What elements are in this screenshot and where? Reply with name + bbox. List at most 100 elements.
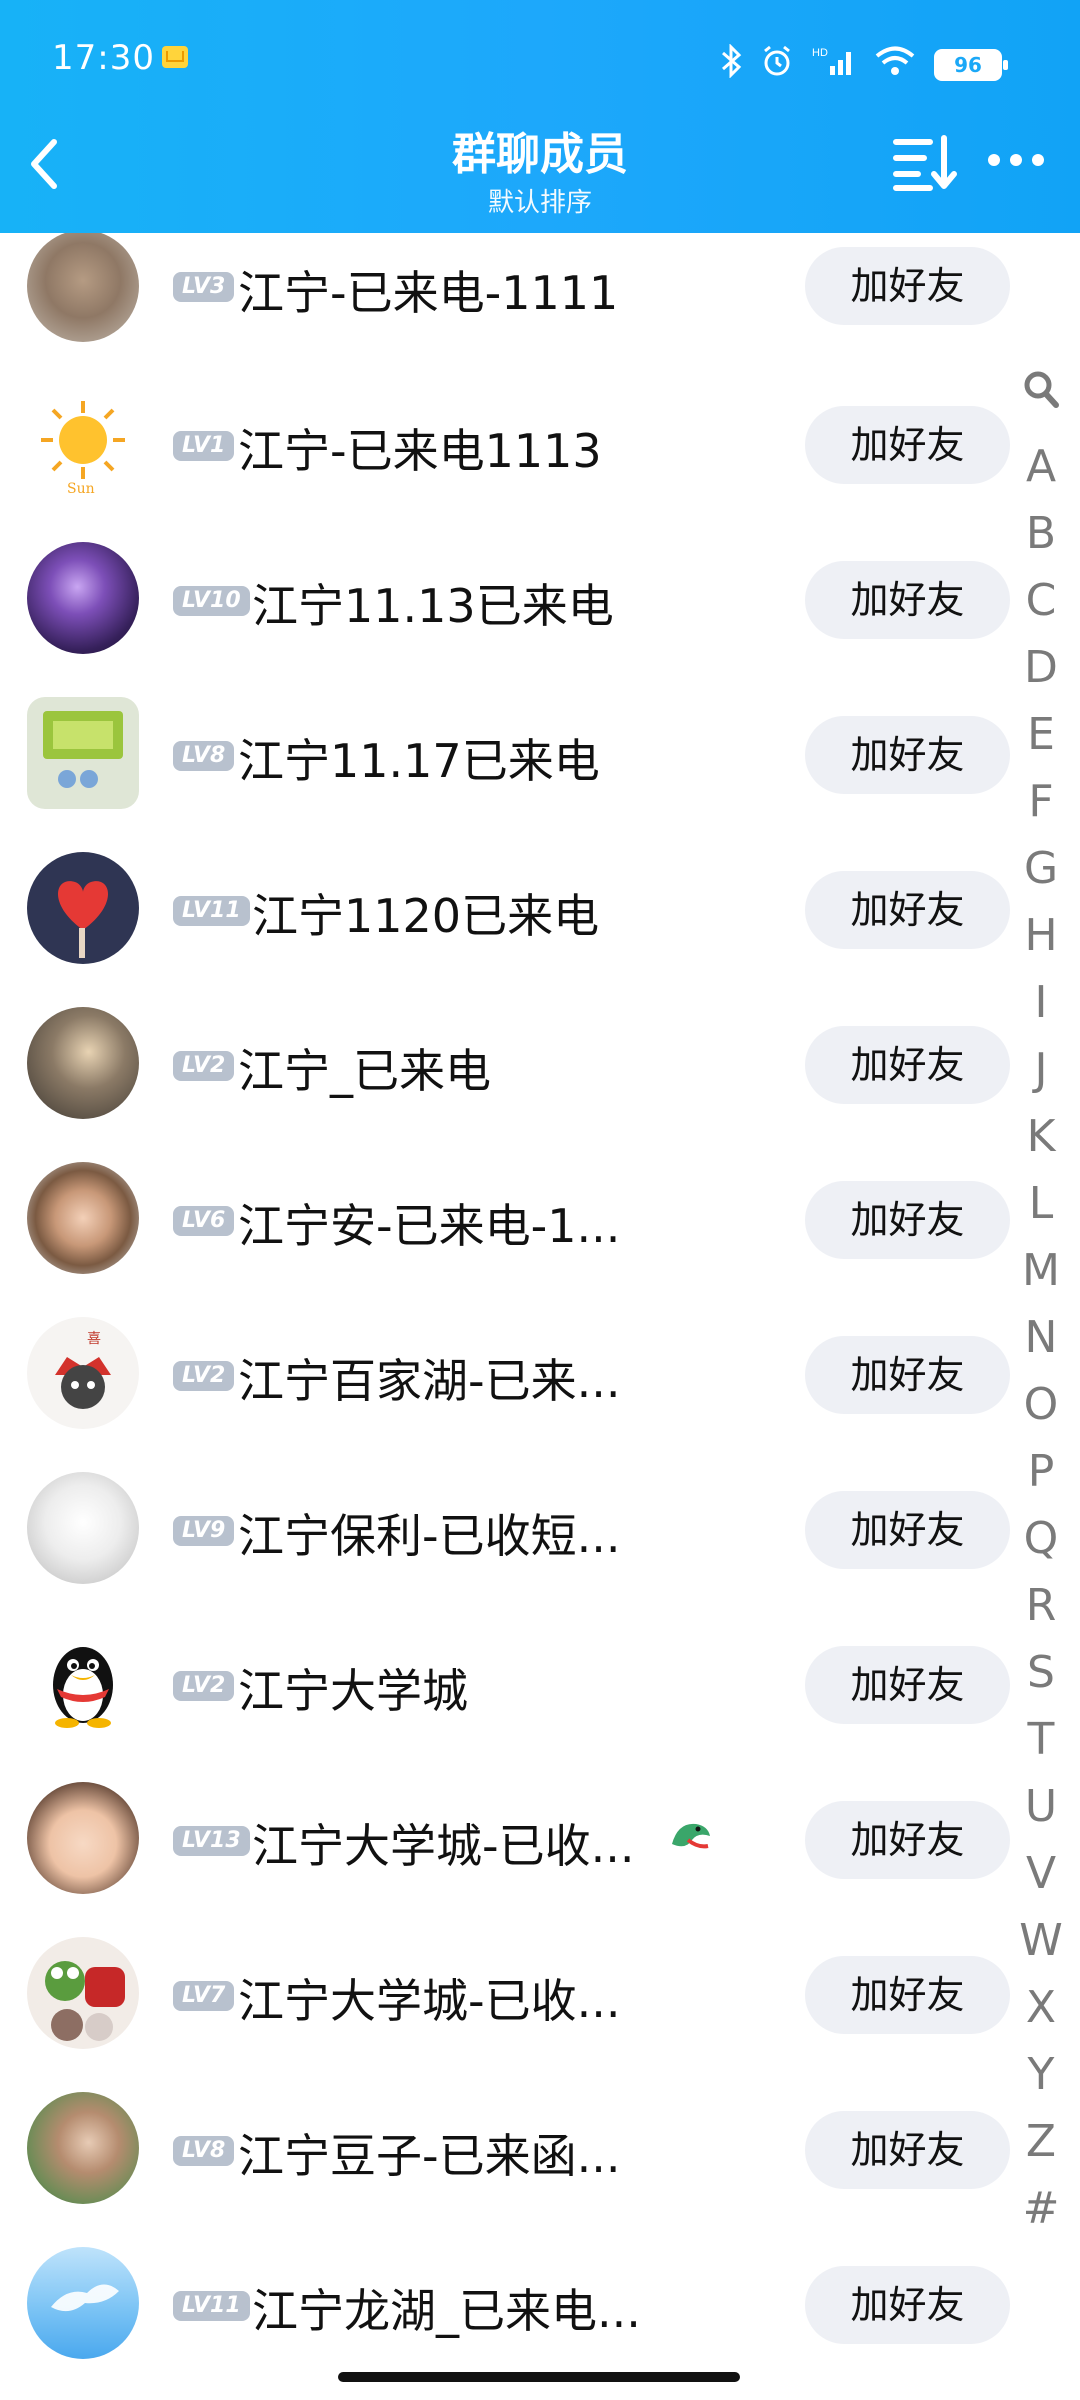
avatar[interactable] [27,1937,139,2049]
header-bar: 17:30 HD 96 群聊成员 默认排序 [0,0,1080,233]
wifi-icon [874,44,916,86]
add-friend-button[interactable]: 加好友 [805,1956,1010,2034]
avatar[interactable] [27,1007,139,1119]
index-letter[interactable]: C [1026,567,1057,634]
index-letter[interactable]: Z [1026,2108,1056,2175]
status-time: 17:30 [52,38,155,78]
svg-text:喜: 喜 [87,1331,101,1347]
index-letter[interactable]: X [1026,1974,1056,2041]
add-friend-button[interactable]: 加好友 [805,1801,1010,1879]
avatar[interactable] [27,1627,139,1739]
index-letter[interactable]: I [1035,969,1048,1036]
member-name: 江宁-已来电1113 [238,424,602,478]
member-list[interactable]: LV3 江宁-已来电-1111 加好友 Sun LV1 江宁-已来电1113 加… [0,233,1080,2400]
add-friend-button[interactable]: 加好友 [805,2111,1010,2189]
add-friend-button[interactable]: 加好友 [805,561,1010,639]
avatar[interactable]: Sun [27,387,139,499]
status-icons: HD 96 [720,43,1008,86]
index-letter[interactable]: A [1026,433,1056,500]
index-letter[interactable]: Y [1028,2041,1055,2108]
add-friend-button[interactable]: 加好友 [805,1181,1010,1259]
add-friend-button[interactable]: 加好友 [805,1026,1010,1104]
avatar[interactable] [27,1782,139,1894]
avatar[interactable] [27,542,139,654]
avatar[interactable] [27,2247,139,2359]
member-row[interactable]: LV3 江宁-已来电-1111 加好友 [0,233,1080,385]
member-row[interactable]: 喜 LV2 江宁百家湖-已来... 加好友 [0,1315,1080,1470]
index-letter[interactable]: Q [1024,1505,1059,1572]
member-row[interactable]: LV13 江宁大学城-已收... 加好友 [0,1780,1080,1935]
add-friend-button[interactable]: 加好友 [805,1491,1010,1569]
member-row[interactable]: LV9 江宁保利-已收短... 加好友 [0,1470,1080,1625]
member-name: 江宁11.17已来电 [238,734,600,788]
level-badge: LV6 [173,1206,235,1236]
index-letter[interactable]: # [1023,2175,1060,2242]
index-letter[interactable]: R [1026,1572,1057,1639]
avatar[interactable] [27,233,139,342]
index-search-icon[interactable] [1021,363,1061,433]
index-letter[interactable]: F [1028,768,1053,835]
level-badge: LV10 [173,586,250,616]
battery-indicator: 96 [934,49,1008,81]
avatar[interactable] [27,2092,139,2204]
avatar[interactable] [27,697,139,809]
index-letter[interactable]: K [1027,1103,1056,1170]
level-badge: LV7 [173,1981,235,2011]
index-letter[interactable]: E [1027,701,1055,768]
level-badge: LV8 [173,2136,235,2166]
alphabet-index-bar[interactable]: A B C D E F G H I J K L M N O P Q R S T … [1019,363,1063,2242]
index-letter[interactable]: W [1019,1907,1063,1974]
add-friend-button[interactable]: 加好友 [805,716,1010,794]
index-letter[interactable]: N [1025,1304,1058,1371]
index-letter[interactable]: B [1026,500,1056,567]
add-friend-button[interactable]: 加好友 [805,2266,1010,2344]
level-badge: LV9 [173,1516,235,1546]
avatar[interactable] [27,1162,139,1274]
index-letter[interactable]: J [1035,1036,1048,1103]
index-letter[interactable]: S [1027,1639,1055,1706]
member-name: 江宁大学城 [238,1664,468,1718]
index-letter[interactable]: L [1029,1170,1054,1237]
member-name: 江宁_已来电 [238,1044,491,1098]
index-letter[interactable]: D [1024,634,1058,701]
level-badge: LV3 [173,272,235,302]
index-letter[interactable]: P [1028,1438,1055,1505]
level-badge: LV8 [173,741,235,771]
avatar[interactable]: 喜 [27,1317,139,1429]
member-row[interactable]: LV2 江宁_已来电 加好友 [0,1005,1080,1160]
member-row[interactable]: Sun LV1 江宁-已来电1113 加好友 [0,385,1080,540]
index-letter[interactable]: U [1025,1773,1057,1840]
member-row[interactable]: LV6 江宁安-已来电-1... 加好友 [0,1160,1080,1315]
add-friend-button[interactable]: 加好友 [805,406,1010,484]
more-options-icon[interactable] [988,142,1058,178]
member-row[interactable]: LV2 江宁大学城 加好友 [0,1625,1080,1780]
signal-icon: HD [812,44,856,86]
member-name: 江宁1120已来电 [252,889,600,943]
member-row[interactable]: LV8 江宁11.17已来电 加好友 [0,695,1080,850]
level-badge: LV11 [173,896,250,926]
level-badge: LV11 [173,2291,250,2321]
add-friend-button[interactable]: 加好友 [805,1336,1010,1414]
member-row[interactable]: LV8 江宁豆子-已来函... 加好友 [0,2090,1080,2245]
index-letter[interactable]: V [1026,1840,1056,1907]
bluetooth-icon [720,43,742,86]
level-badge: LV2 [173,1671,235,1701]
add-friend-button[interactable]: 加好友 [805,247,1010,325]
add-friend-button[interactable]: 加好友 [805,871,1010,949]
index-letter[interactable]: H [1024,902,1057,969]
member-row[interactable]: LV7 江宁大学城-已收... 加好友 [0,1935,1080,2090]
sort-icon[interactable] [890,132,960,194]
member-row[interactable]: LV10 江宁11.13已来电 加好友 [0,540,1080,695]
avatar[interactable] [27,852,139,964]
index-letter[interactable]: T [1028,1706,1055,1773]
member-name: 江宁豆子-已来函... [238,2129,621,2183]
alarm-icon [760,44,794,86]
index-letter[interactable]: M [1022,1237,1060,1304]
svg-text:HD: HD [812,47,828,59]
index-letter[interactable]: G [1024,835,1058,902]
member-row[interactable]: LV11 江宁1120已来电 加好友 [0,850,1080,1005]
home-indicator[interactable] [338,2372,740,2382]
add-friend-button[interactable]: 加好友 [805,1646,1010,1724]
index-letter[interactable]: O [1024,1371,1059,1438]
avatar[interactable] [27,1472,139,1584]
